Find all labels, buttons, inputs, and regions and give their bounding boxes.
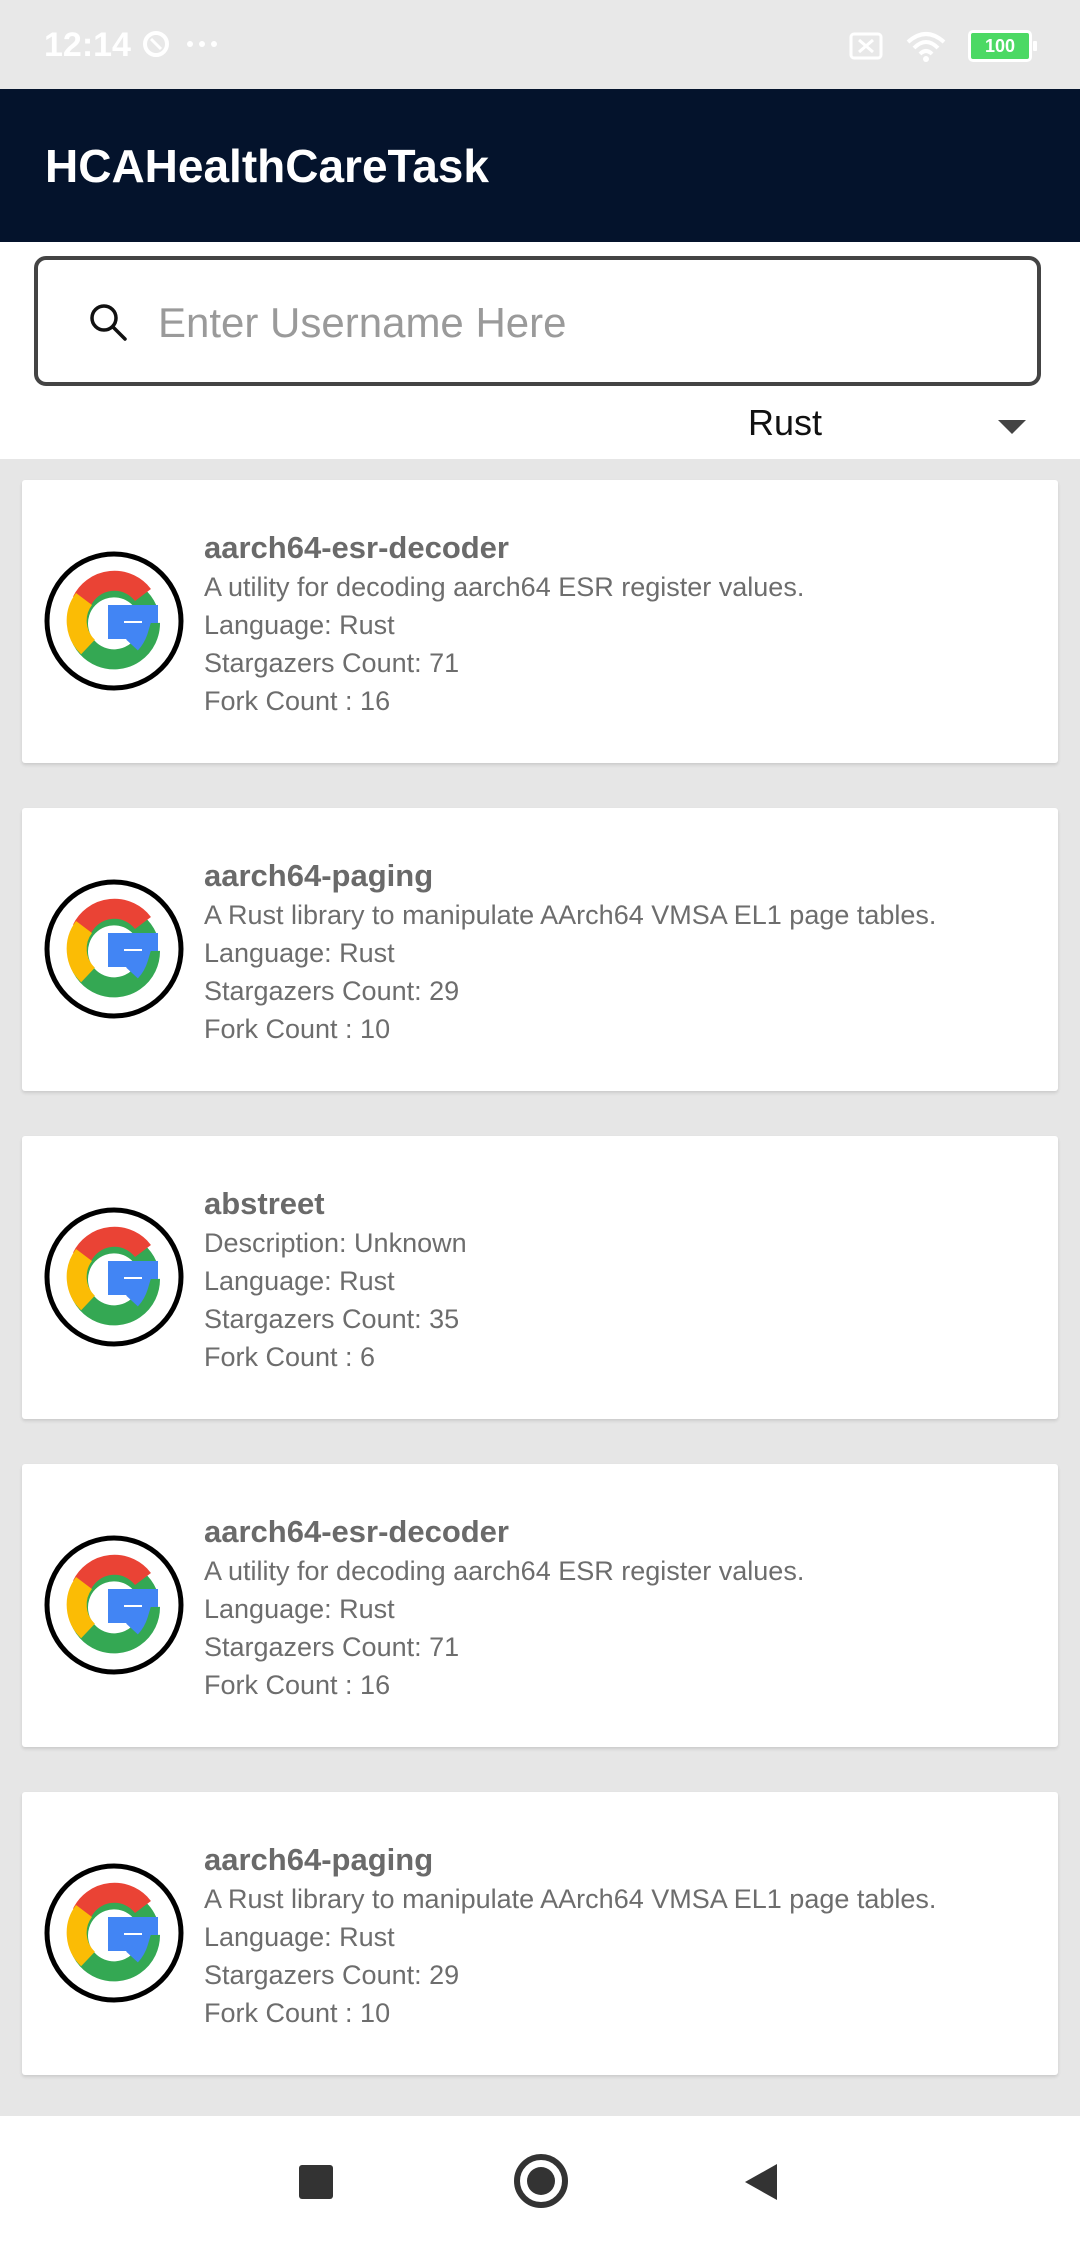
repo-name: aarch64-esr-decoder — [204, 530, 509, 565]
repo-forks: Fork Count : 6 — [204, 1342, 376, 1372]
repo-info: aarch64-paging A Rust library to manipul… — [204, 856, 936, 1048]
repo-forks: Fork Count : 10 — [204, 1998, 391, 2028]
repo-stargazers: Stargazers Count: 29 — [204, 976, 460, 1006]
repo-card[interactable]: aarch64-esr-decoder A utility for decodi… — [22, 480, 1058, 763]
language-dropdown[interactable]: Rust — [740, 402, 1040, 452]
search-area: Rust — [0, 242, 1080, 459]
home-circle-icon[interactable] — [514, 2154, 568, 2208]
repo-stargazers: Stargazers Count: 71 — [204, 1632, 460, 1662]
repo-card[interactable]: abstreet Description: Unknown Language: … — [22, 1136, 1058, 1419]
status-notification-icons — [143, 31, 217, 57]
repo-language: Language: Rust — [204, 938, 395, 968]
repo-description: A utility for decoding aarch64 ESR regis… — [204, 1556, 805, 1586]
repo-description: A Rust library to manipulate AArch64 VMS… — [204, 900, 937, 930]
sim-off-icon — [849, 32, 883, 60]
status-bar: 12:14 100 — [0, 0, 1080, 89]
repo-language: Language: Rust — [204, 610, 395, 640]
status-time: 12:14 — [44, 26, 131, 64]
system-nav-bar — [0, 2116, 1080, 2246]
google-g-logo-icon — [44, 879, 184, 1019]
repo-info: abstreet Description: Unknown Language: … — [204, 1184, 467, 1376]
google-g-logo-icon — [44, 1863, 184, 2003]
search-input[interactable] — [156, 290, 1020, 356]
app-title: HCAHealthCareTask — [45, 140, 489, 192]
app-bar: HCAHealthCareTask — [0, 89, 1080, 242]
repo-card[interactable]: aarch64-paging A Rust library to manipul… — [22, 808, 1058, 1091]
wifi-icon — [906, 32, 946, 62]
repo-stargazers: Stargazers Count: 71 — [204, 648, 460, 678]
repo-stargazers: Stargazers Count: 29 — [204, 1960, 460, 1990]
repo-info: aarch64-esr-decoder A utility for decodi… — [204, 1512, 804, 1704]
repo-description: Description: Unknown — [204, 1228, 467, 1258]
status-right-icons: 100 — [848, 30, 1037, 62]
repo-name: aarch64-esr-decoder — [204, 1514, 509, 1549]
repo-info: aarch64-esr-decoder A utility for decodi… — [204, 528, 804, 720]
repo-description: A utility for decoding aarch64 ESR regis… — [204, 572, 805, 602]
back-triangle-icon[interactable] — [745, 2164, 777, 2200]
battery-icon: 100 — [968, 30, 1037, 62]
repo-card[interactable]: aarch64-esr-decoder A utility for decodi… — [22, 1464, 1058, 1747]
search-box[interactable] — [34, 256, 1041, 386]
search-icon — [90, 304, 127, 341]
repo-description: A Rust library to manipulate AArch64 VMS… — [204, 1884, 937, 1914]
repo-language: Language: Rust — [204, 1594, 395, 1624]
repo-card[interactable]: aarch64-paging A Rust library to manipul… — [22, 1792, 1058, 2075]
repo-info: aarch64-paging A Rust library to manipul… — [204, 1840, 936, 2032]
repo-name: aarch64-paging — [204, 858, 434, 893]
repo-forks: Fork Count : 10 — [204, 1014, 391, 1044]
repo-language: Language: Rust — [204, 1922, 395, 1952]
google-g-logo-icon — [44, 551, 184, 691]
recents-square-icon[interactable] — [299, 2165, 333, 2199]
repo-name: abstreet — [204, 1186, 325, 1221]
repo-language: Language: Rust — [204, 1266, 395, 1296]
caret-down-icon — [998, 420, 1026, 434]
repo-stargazers: Stargazers Count: 35 — [204, 1304, 460, 1334]
language-dropdown-value: Rust — [748, 402, 823, 443]
repo-forks: Fork Count : 16 — [204, 1670, 391, 1700]
google-g-logo-icon — [44, 1535, 184, 1675]
google-g-logo-icon — [44, 1207, 184, 1347]
repo-forks: Fork Count : 16 — [204, 686, 391, 716]
repo-name: aarch64-paging — [204, 1842, 434, 1877]
